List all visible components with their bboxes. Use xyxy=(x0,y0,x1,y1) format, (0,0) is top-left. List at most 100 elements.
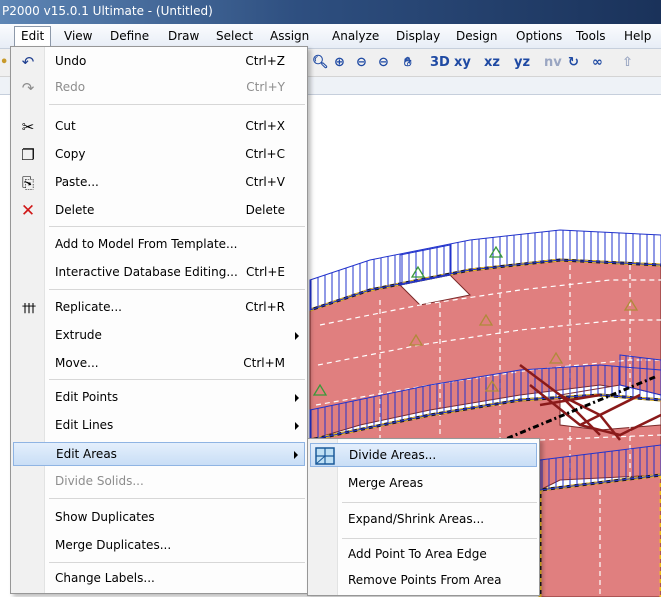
menu-view[interactable]: View xyxy=(58,26,98,47)
redo-icon: ↷ xyxy=(21,79,35,97)
menu-separator xyxy=(49,379,305,380)
menu-item-label: Delete xyxy=(55,203,95,217)
menu-item-label: Paste... xyxy=(55,175,99,189)
submenu-item-merge-areas[interactable]: Merge Areas xyxy=(310,472,537,496)
menu-separator xyxy=(49,498,305,499)
app-window: P2000 v15.0.1 Ultimate - (Untitled) Edit… xyxy=(0,0,661,597)
menu-item-label: Show Duplicates xyxy=(55,510,155,524)
menu-item-edit-lines[interactable]: Edit Lines xyxy=(13,414,305,438)
menu-item-label: Edit Points xyxy=(55,390,119,404)
menu-item-paste[interactable]: ⎘ Paste... Ctrl+V xyxy=(13,171,305,195)
menu-separator xyxy=(49,104,305,105)
menu-assign[interactable]: Assign xyxy=(264,26,315,47)
window-title: P2000 v15.0.1 Ultimate - (Untitled) xyxy=(2,4,213,18)
menu-item-show-duplicates[interactable]: Show Duplicates xyxy=(13,506,305,530)
toolbar-edge-icon: • xyxy=(0,55,9,70)
pan-hand-icon[interactable]: ✋︎ xyxy=(404,53,411,73)
menu-item-label: Redo xyxy=(55,80,86,94)
menu-item-label: Add to Model From Template... xyxy=(55,237,238,251)
up-arrow-icon[interactable]: ⇧ xyxy=(622,53,633,73)
view-xy-button[interactable]: xy xyxy=(454,53,471,73)
menu-item-replicate[interactable]: ††† Replicate... Ctrl+R xyxy=(13,296,305,320)
undo-icon: ↶ xyxy=(21,53,35,71)
menu-item-shortcut: Ctrl+E xyxy=(246,265,285,279)
menu-item-label: Interactive Database Editing... xyxy=(55,265,238,279)
menu-item-edit-points[interactable]: Edit Points xyxy=(13,386,305,410)
menu-tools[interactable]: Tools xyxy=(570,26,612,47)
menu-item-interactive-database-editing[interactable]: Interactive Database Editing... Ctrl+E xyxy=(13,261,305,285)
delete-x-icon: ✕ xyxy=(20,201,36,221)
zoom-out-icon[interactable]: ⊖ xyxy=(356,53,367,73)
submenu-arrow-icon xyxy=(295,422,299,430)
menu-separator xyxy=(49,226,305,227)
menu-item-extrude[interactable]: Extrude xyxy=(13,324,305,348)
edit-menu-dropdown: ↶ Undo Ctrl+Z ↷ Redo Ctrl+Y ✂ Cut Ctrl+X… xyxy=(10,46,308,594)
menu-item-label: Edit Areas xyxy=(56,447,117,461)
menu-select[interactable]: Select xyxy=(210,26,259,47)
menu-options[interactable]: Options xyxy=(510,26,568,47)
menu-design[interactable]: Design xyxy=(450,26,503,47)
menu-separator xyxy=(49,562,305,563)
menu-item-label: Divide Solids... xyxy=(55,474,144,488)
menu-item-shortcut: Ctrl+X xyxy=(245,119,285,133)
title-bar: P2000 v15.0.1 Ultimate - (Untitled) xyxy=(0,0,661,24)
view-yz-button[interactable]: yz xyxy=(514,53,530,73)
submenu-arrow-icon xyxy=(295,394,299,402)
menu-item-cut[interactable]: ✂ Cut Ctrl+X xyxy=(13,115,305,139)
menu-item-label: Change Labels... xyxy=(55,571,155,585)
menu-item-label: Cut xyxy=(55,119,76,133)
submenu-separator xyxy=(342,538,537,539)
rotate-view-icon[interactable]: ↻ xyxy=(568,53,579,73)
menu-item-label: Merge Duplicates... xyxy=(55,538,172,552)
submenu-separator xyxy=(342,502,537,503)
submenu-item-label: Merge Areas xyxy=(348,476,424,490)
copy-icon: ❐ xyxy=(21,146,35,164)
menu-item-shortcut: Ctrl+V xyxy=(245,175,285,189)
menu-item-copy[interactable]: ❐ Copy Ctrl+C xyxy=(13,143,305,167)
submenu-item-expand-shrink-areas[interactable]: Expand/Shrink Areas... xyxy=(310,508,537,532)
menu-draw[interactable]: Draw xyxy=(162,26,205,47)
submenu-item-label: Add Point To Area Edge xyxy=(348,547,487,561)
menu-item-change-labels[interactable]: Change Labels... xyxy=(13,567,305,591)
scissors-icon: ✂ xyxy=(21,118,35,136)
submenu-item-add-point-to-area-edge[interactable]: Add Point To Area Edge xyxy=(310,543,537,567)
view-xz-button[interactable]: xz xyxy=(484,53,500,73)
menu-item-delete[interactable]: ✕ Delete Delete xyxy=(13,199,305,223)
menu-item-shortcut: Ctrl+M xyxy=(243,356,285,370)
zoom-window-icon[interactable]: 🔍︎ xyxy=(312,53,329,73)
menu-item-shortcut: Delete xyxy=(245,203,285,217)
menu-define[interactable]: Define xyxy=(104,26,155,47)
submenu-arrow-icon xyxy=(295,332,299,340)
menu-item-divide-solids[interactable]: Divide Solids... xyxy=(13,470,305,494)
divide-areas-icon xyxy=(315,447,335,465)
menu-item-undo[interactable]: ↶ Undo Ctrl+Z xyxy=(13,50,305,74)
zoom-in-icon[interactable]: ⊕ xyxy=(334,53,345,73)
menu-item-label: Extrude xyxy=(55,328,102,342)
zoom-extents-icon[interactable]: ⊖ xyxy=(378,53,389,73)
menu-item-redo[interactable]: ↷ Redo Ctrl+Y xyxy=(13,76,305,100)
submenu-item-label: Divide Areas... xyxy=(349,448,437,462)
view-nv-button[interactable]: nv xyxy=(544,53,562,73)
menu-analyze[interactable]: Analyze xyxy=(326,26,385,47)
submenu-item-remove-points-from-area[interactable]: Remove Points From Area xyxy=(310,569,537,593)
menu-item-shortcut: Ctrl+R xyxy=(245,300,285,314)
menu-item-edit-areas[interactable]: Edit Areas xyxy=(13,442,305,466)
menu-item-add-from-template[interactable]: Add to Model From Template... xyxy=(13,233,305,257)
menu-display[interactable]: Display xyxy=(390,26,446,47)
menu-item-shortcut: Ctrl+C xyxy=(245,147,285,161)
view-3d-icon[interactable]: 3D xyxy=(430,53,450,73)
menu-item-merge-duplicates[interactable]: Merge Duplicates... xyxy=(13,534,305,558)
paste-icon: ⎘ xyxy=(21,174,34,192)
submenu-item-label: Remove Points From Area xyxy=(348,573,502,587)
edit-areas-submenu: Divide Areas... Merge Areas Expand/Shrin… xyxy=(307,438,540,596)
perspective-icon[interactable]: ∞ xyxy=(592,53,603,73)
menu-item-label: Edit Lines xyxy=(55,418,114,432)
menu-item-move[interactable]: Move... Ctrl+M xyxy=(13,352,305,376)
menu-help[interactable]: Help xyxy=(618,26,657,47)
replicate-icon: ††† xyxy=(22,301,36,315)
menu-item-label: Replicate... xyxy=(55,300,122,314)
menu-edit[interactable]: Edit xyxy=(14,26,52,47)
menu-item-shortcut: Ctrl+Z xyxy=(245,54,285,68)
submenu-item-divide-areas[interactable]: Divide Areas... xyxy=(310,443,537,467)
submenu-item-label: Expand/Shrink Areas... xyxy=(348,512,485,526)
